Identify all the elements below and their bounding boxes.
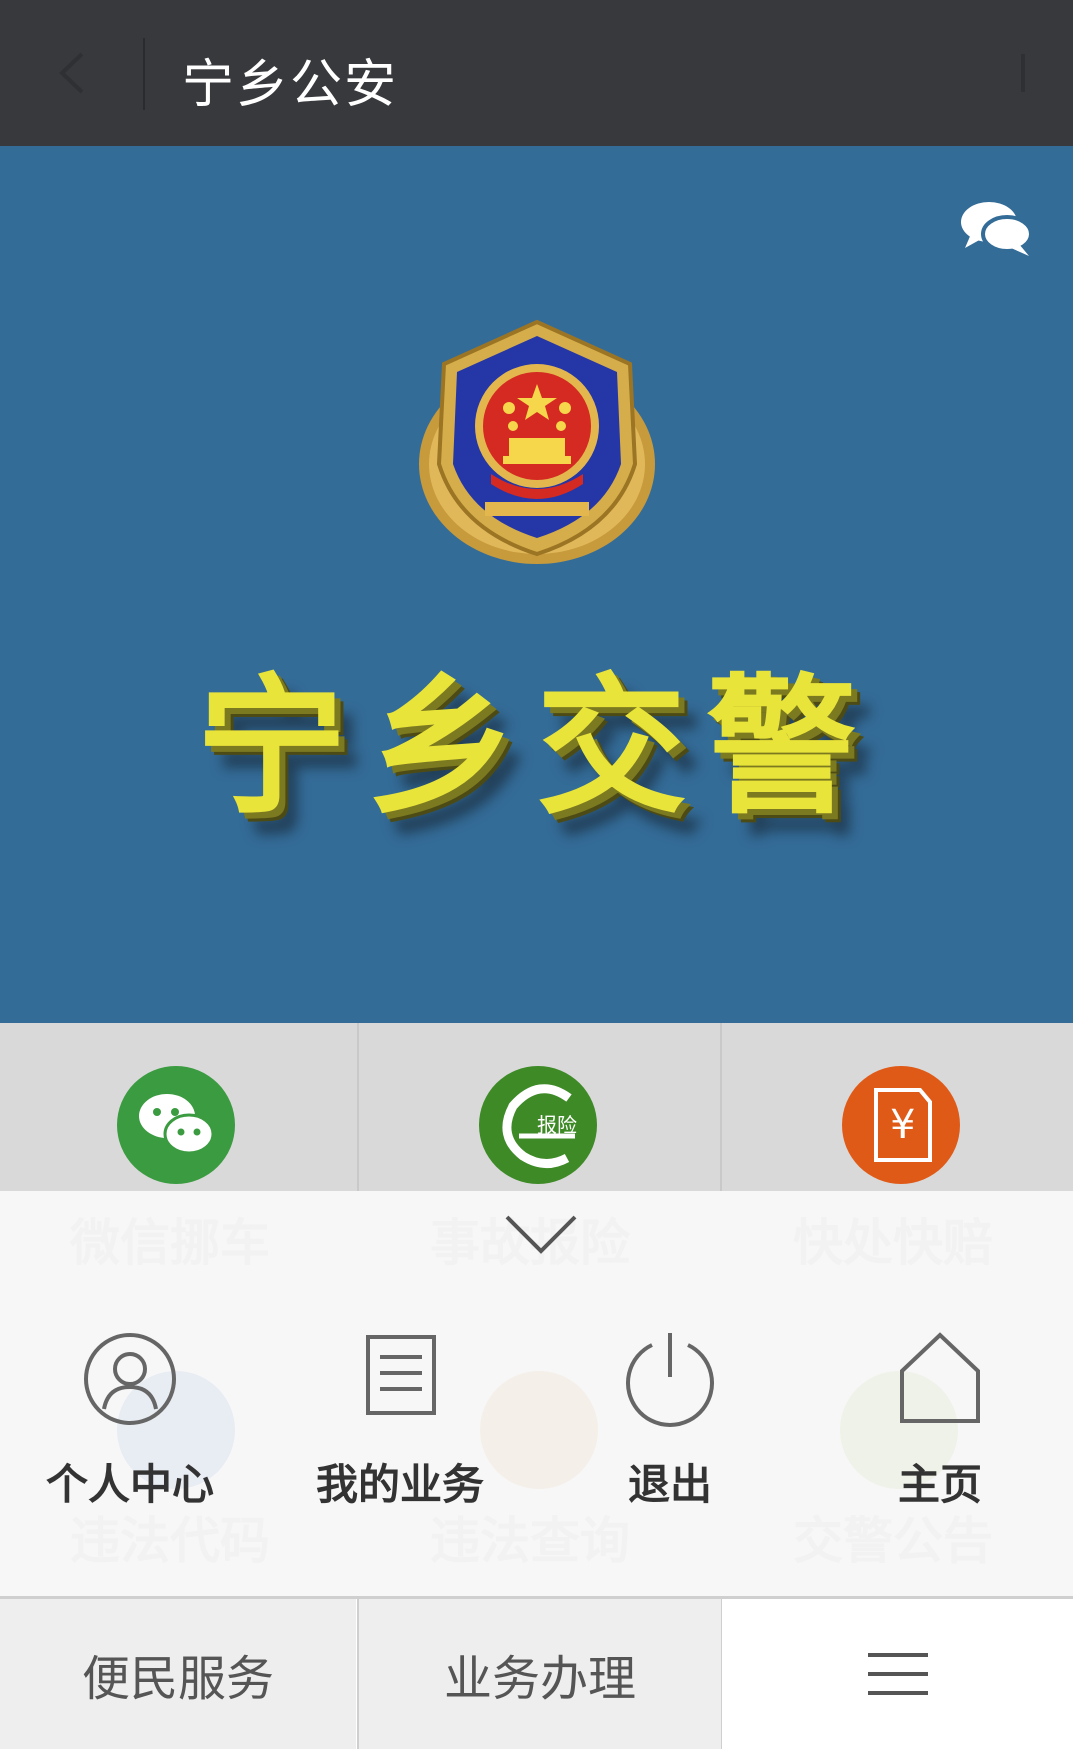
menu-label: 个人中心 bbox=[45, 1460, 214, 1509]
service-accident-report[interactable]: 报险 bbox=[357, 1023, 721, 1191]
menu-home[interactable]: 主页 bbox=[840, 1331, 1040, 1521]
menu-my-business[interactable]: 我的业务 bbox=[300, 1331, 500, 1521]
chat-icon[interactable] bbox=[959, 198, 1033, 260]
home-icon bbox=[900, 1332, 980, 1423]
menu-personal-center[interactable]: 个人中心 bbox=[30, 1331, 230, 1521]
header-divider bbox=[143, 38, 145, 110]
user-icon bbox=[84, 1333, 176, 1425]
tab-business-handling[interactable]: 业务办理 bbox=[357, 1599, 723, 1749]
accident-report-icon-text: 报险 bbox=[537, 1113, 577, 1137]
service-wechat-move-car[interactable] bbox=[0, 1023, 356, 1191]
tab-convenience-services[interactable]: 便民服务 bbox=[0, 1599, 356, 1749]
more-icon[interactable] bbox=[1013, 50, 1033, 96]
menu-toggle-button[interactable] bbox=[722, 1599, 1073, 1749]
ghost-label: 微信挪车 bbox=[70, 1214, 270, 1272]
banner: 宁乡交警 bbox=[0, 146, 1073, 1023]
page-title: 宁乡公安 bbox=[182, 55, 399, 115]
top-bar: 宁乡公安 bbox=[0, 0, 1073, 146]
police-emblem-icon bbox=[419, 319, 655, 564]
banner-title: 宁乡交警 bbox=[196, 661, 877, 835]
svg-text:¥: ¥ bbox=[890, 1102, 915, 1148]
hamburger-icon bbox=[867, 1651, 928, 1697]
service-grid: 报险 ¥ bbox=[0, 1023, 1073, 1191]
chevron-down-icon[interactable] bbox=[503, 1211, 579, 1257]
back-arrow-icon[interactable] bbox=[52, 50, 92, 96]
service-quick-claim[interactable]: ¥ bbox=[720, 1023, 1073, 1191]
menu-label: 我的业务 bbox=[315, 1460, 484, 1509]
wechat-icon bbox=[117, 1066, 235, 1184]
popup-menu: 微信挪车 事故报险 快处快赔 违法代码 违法查询 交警公告 个人中心 我的业务 … bbox=[0, 1191, 1073, 1596]
menu-logout[interactable]: 退出 bbox=[570, 1331, 770, 1521]
payment-icon: ¥ bbox=[842, 1066, 960, 1184]
accident-report-icon: 报险 bbox=[479, 1066, 597, 1184]
ghost-label: 快处快赔 bbox=[793, 1214, 993, 1272]
menu-label: 退出 bbox=[627, 1460, 712, 1509]
bottom-nav: 便民服务 业务办理 bbox=[0, 1596, 1073, 1749]
power-icon bbox=[626, 1333, 714, 1427]
menu-label: 主页 bbox=[897, 1460, 982, 1509]
document-icon bbox=[366, 1335, 436, 1415]
